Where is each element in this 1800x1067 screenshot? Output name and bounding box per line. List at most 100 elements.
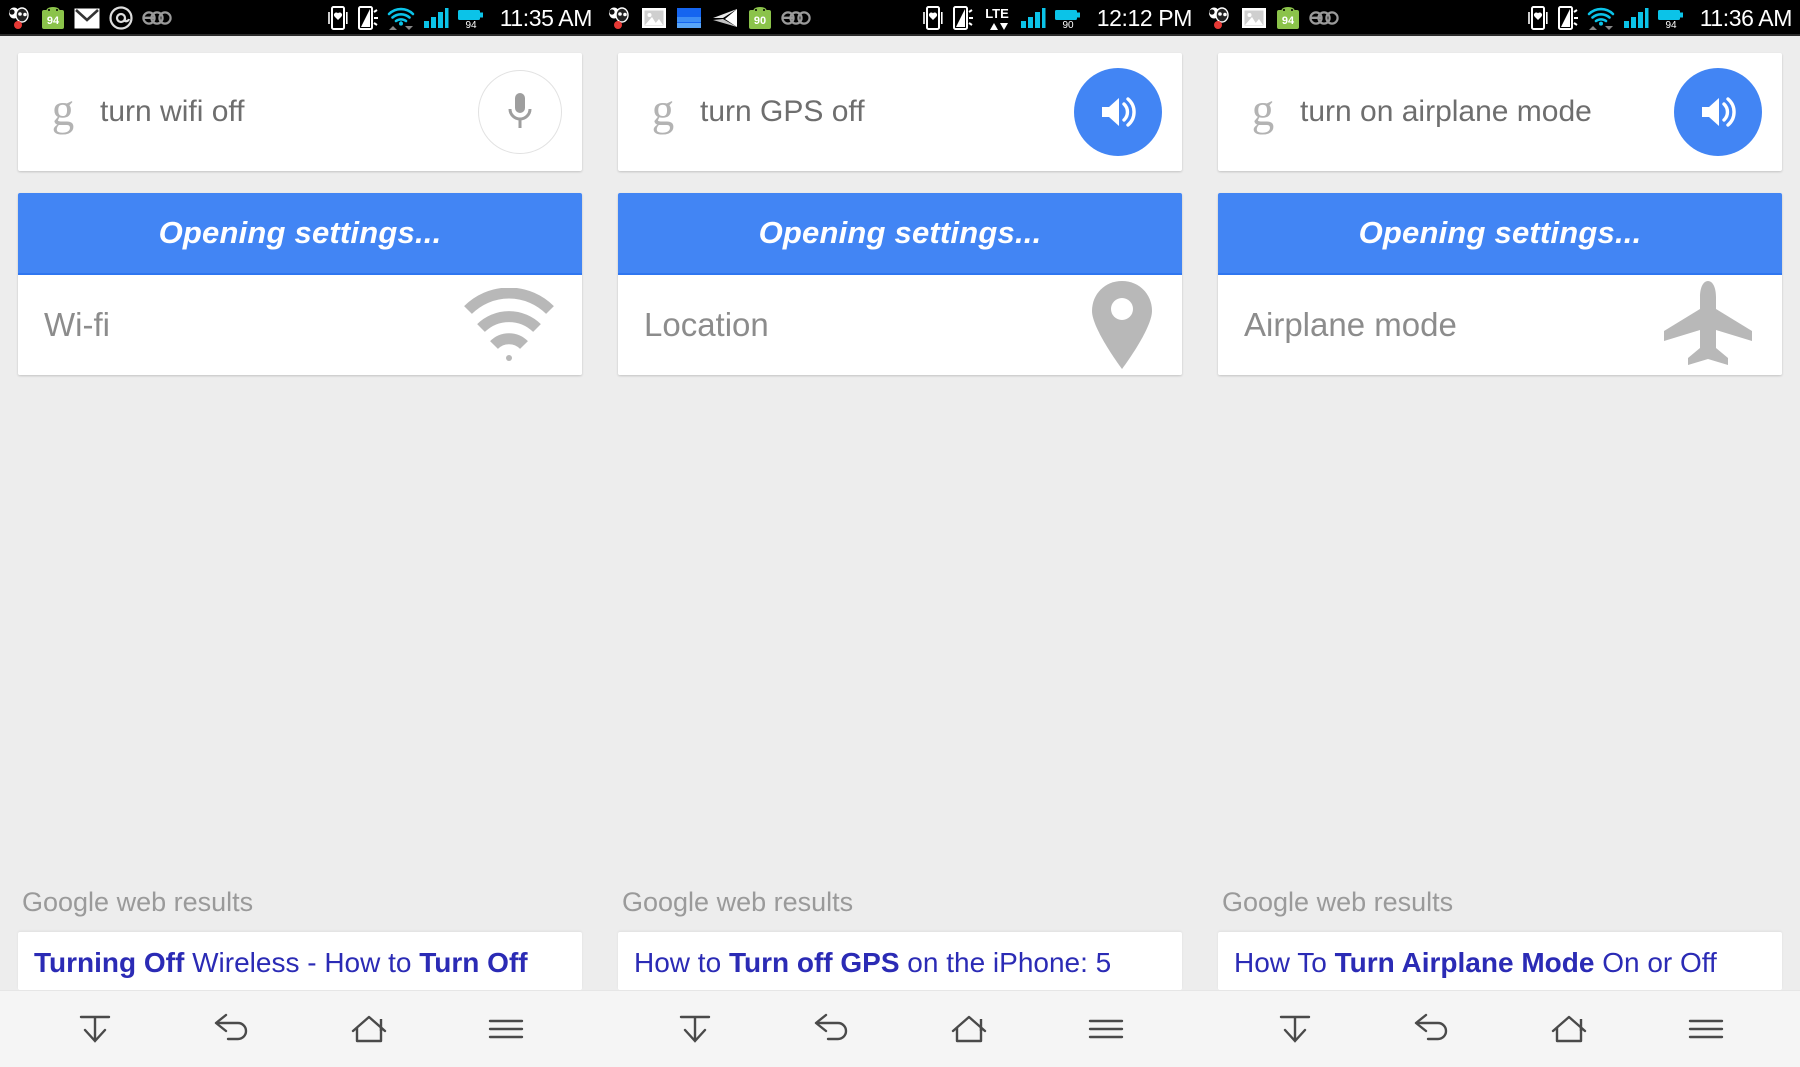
search-query-text: turn GPS off [700, 95, 865, 128]
status-bar-system-icons: LTE 90 12:12 PM [922, 5, 1192, 32]
setting-row-airplane[interactable]: Airplane mode [1218, 275, 1782, 375]
setting-row-location[interactable]: Location [618, 275, 1182, 375]
wifi-icon [1587, 6, 1615, 30]
google-g-logo: g [1251, 84, 1275, 135]
web-result-title[interactable]: Turning Off Wireless - How to Turn Off [34, 947, 566, 979]
screenshot-collage: 94 94 11:35 AM g turn wifi off Opening s… [0, 0, 1800, 1067]
opening-settings-text: Opening settings... [1358, 215, 1642, 250]
svg-text:94: 94 [1665, 20, 1677, 29]
battery-94-icon: 94 [1657, 7, 1685, 29]
setting-label: Wi-fi [44, 306, 110, 343]
web-results-header: Google web results [22, 887, 254, 917]
settings-result-card[interactable]: Opening settings... Airplane mode [1218, 193, 1782, 375]
phone-screen-wifi: 94 94 11:35 AM g turn wifi off Opening s… [0, 0, 600, 1067]
web-result-card[interactable]: How To Turn Airplane Mode On or Off [1218, 932, 1782, 990]
web-results-section: Google web results How to Turn off GPS o… [618, 887, 1182, 990]
web-results-header: Google web results [1222, 887, 1454, 917]
svg-text:94: 94 [1282, 15, 1295, 27]
speaker-icon[interactable] [1074, 68, 1162, 156]
status-bar: 90 LTE 90 12:12 PM [600, 0, 1200, 36]
speaker-icon[interactable] [1674, 68, 1762, 156]
phone-screen-gps: 90 LTE 90 12:12 PM g turn GPS off Openin… [600, 0, 1200, 1067]
back-icon[interactable] [189, 999, 275, 1059]
opening-settings-banner: Opening settings... [1218, 193, 1782, 275]
cell-signal-icon [1623, 7, 1649, 29]
android-update-94-icon: 94 [1276, 6, 1300, 30]
opening-settings-banner: Opening settings... [618, 193, 1182, 275]
status-bar-clock: 11:36 AM [1699, 4, 1793, 31]
microphone-icon[interactable] [478, 70, 562, 154]
eco-icon [142, 10, 172, 26]
cell-signal-icon [423, 7, 449, 29]
home-icon[interactable] [326, 999, 412, 1059]
wifi-icon [387, 6, 415, 30]
eco-icon [1309, 10, 1339, 26]
opening-settings-text: Opening settings... [158, 215, 442, 250]
web-result-title[interactable]: How To Turn Airplane Mode On or Off [1234, 947, 1766, 979]
svg-text:90: 90 [1062, 20, 1074, 29]
status-bar-system-icons: 94 11:35 AM [327, 5, 592, 32]
gmail-icon [74, 8, 100, 29]
android-update-94-icon: 94 [41, 6, 65, 30]
silent-phone-icon [952, 5, 974, 31]
status-bar-clock: 11:35 AM [499, 4, 593, 31]
search-query-text: turn on airplane mode [1300, 95, 1592, 128]
panda-notification-icon [606, 6, 632, 30]
opening-settings-banner: Opening settings... [18, 193, 582, 275]
status-bar: 94 94 11:36 AM [1200, 0, 1800, 36]
at-mention-icon [109, 6, 133, 30]
hide-keyboard-icon[interactable] [52, 999, 138, 1059]
system-navigation-bar [0, 990, 600, 1067]
search-query-card[interactable]: g turn GPS off [618, 53, 1182, 171]
web-result-title[interactable]: How to Turn off GPS on the iPhone: 5 [634, 947, 1166, 979]
back-icon[interactable] [1389, 999, 1475, 1059]
setting-label: Location [644, 306, 769, 343]
search-query-text: turn wifi off [100, 95, 245, 128]
svg-text:94: 94 [47, 15, 60, 27]
status-bar: 94 94 11:35 AM [0, 0, 600, 36]
recent-apps-icon[interactable] [1063, 999, 1149, 1059]
web-result-card[interactable]: How to Turn off GPS on the iPhone: 5 [618, 932, 1182, 990]
panda-notification-icon [1206, 6, 1232, 30]
home-icon[interactable] [1526, 999, 1612, 1059]
back-icon[interactable] [789, 999, 875, 1059]
vibrate-heart-icon [327, 5, 349, 31]
settings-result-card[interactable]: Opening settings... Wi-fi [18, 193, 582, 375]
system-navigation-bar [600, 990, 1200, 1067]
google-g-logo: g [651, 84, 675, 135]
panda-notification-icon [6, 6, 32, 30]
gallery-blue-icon [676, 7, 702, 29]
photo-icon [1241, 7, 1267, 29]
recent-apps-icon[interactable] [463, 999, 549, 1059]
wifi-icon [462, 287, 556, 362]
status-bar-system-icons: 94 11:36 AM [1527, 5, 1792, 32]
svg-text:90: 90 [754, 15, 766, 27]
web-result-card[interactable]: Turning Off Wireless - How to Turn Off [18, 932, 582, 990]
status-bar-notifications: 94 [6, 6, 172, 30]
paper-plane-icon [711, 7, 739, 29]
svg-text:LTE: LTE [985, 6, 1009, 21]
search-query-card[interactable]: g turn wifi off [18, 53, 582, 171]
settings-result-card[interactable]: Opening settings... Location [618, 193, 1182, 375]
phone-screen-airplane: 94 94 11:36 AM g turn on airplane mode O… [1200, 0, 1800, 1067]
opening-settings-text: Opening settings... [758, 215, 1042, 250]
setting-label: Airplane mode [1244, 306, 1457, 343]
web-results-section: Google web results Turning Off Wireless … [18, 887, 582, 990]
status-bar-clock: 12:12 PM [1096, 4, 1193, 31]
silent-phone-icon [357, 5, 379, 31]
status-bar-notifications: 94 [1206, 6, 1339, 30]
svg-text:94: 94 [465, 20, 477, 29]
recent-apps-icon[interactable] [1663, 999, 1749, 1059]
search-query-card[interactable]: g turn on airplane mode [1218, 53, 1782, 171]
system-navigation-bar [1200, 990, 1800, 1067]
battery-90-icon: 90 [1054, 7, 1082, 29]
cell-signal-icon [1020, 7, 1046, 29]
vibrate-heart-icon [922, 5, 944, 31]
web-results-section: Google web results How To Turn Airplane … [1218, 887, 1782, 990]
android-update-90-icon: 90 [748, 6, 772, 30]
airplane-icon [1660, 279, 1756, 371]
setting-row-wifi[interactable]: Wi-fi [18, 275, 582, 375]
hide-keyboard-icon[interactable] [652, 999, 738, 1059]
home-icon[interactable] [926, 999, 1012, 1059]
hide-keyboard-icon[interactable] [1252, 999, 1338, 1059]
